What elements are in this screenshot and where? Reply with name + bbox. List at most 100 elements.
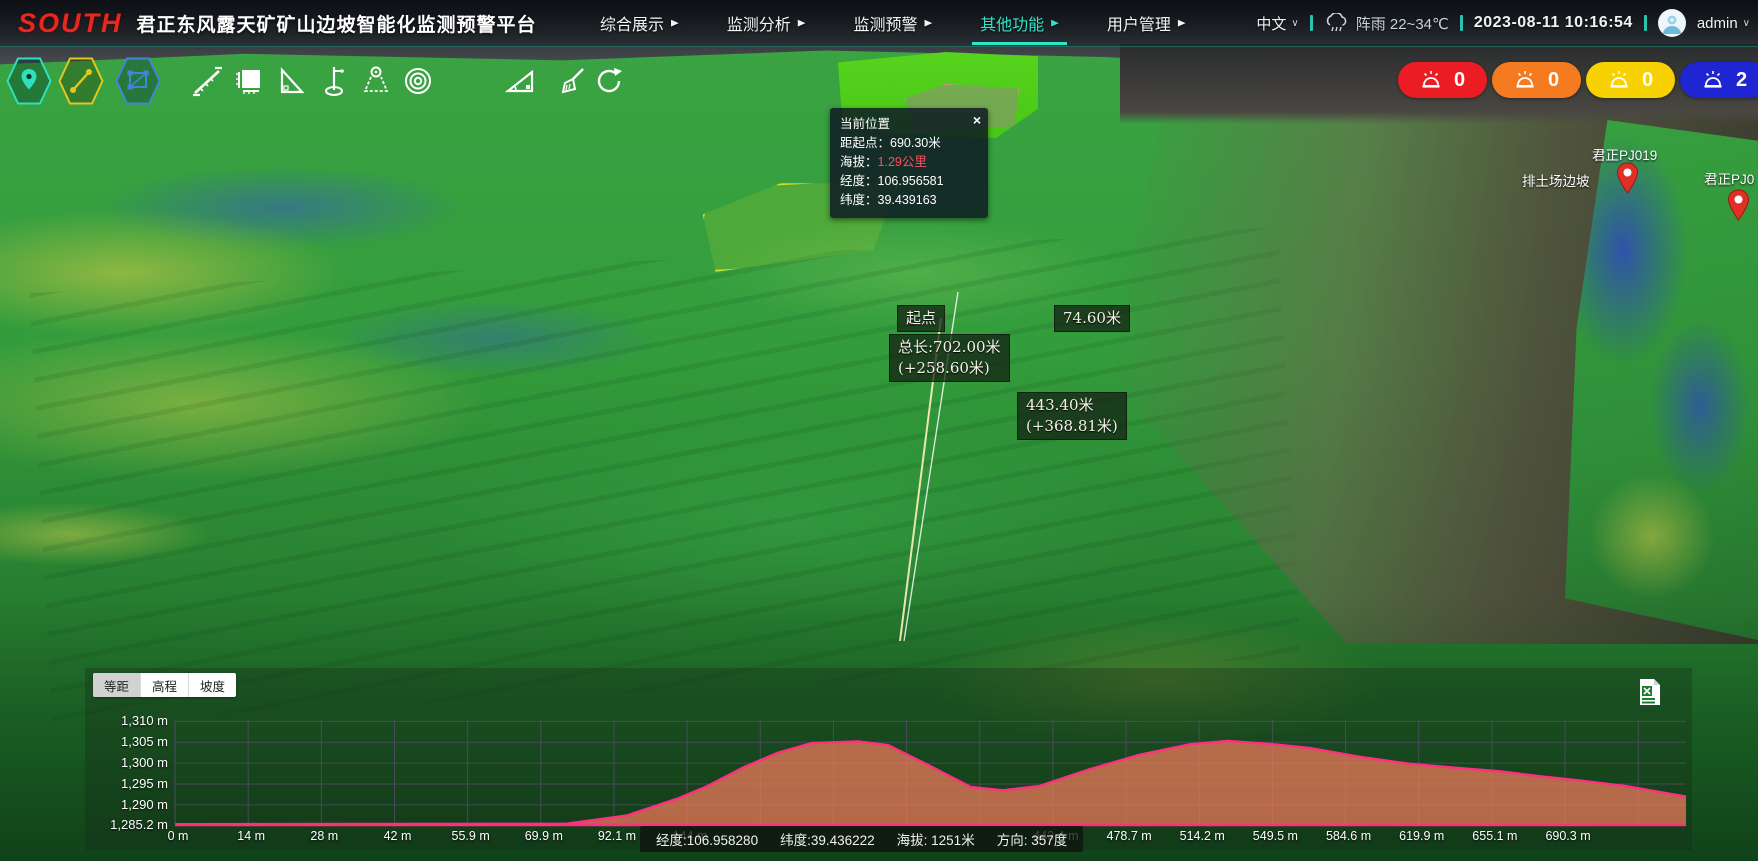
x-tick-label: 55.9 m xyxy=(452,829,490,843)
measure-segment2-label: 443.40米 (+368.81米) xyxy=(1017,392,1127,440)
x-tick-label: 549.5 m xyxy=(1253,829,1298,843)
row-label: 经度： xyxy=(840,174,878,188)
red-pin-icon xyxy=(1727,189,1750,221)
x-tick-label: 14 m xyxy=(237,829,265,843)
tooltip-row: 海拔：1.29公里 xyxy=(840,153,978,172)
alarm-count: 0 xyxy=(1548,69,1559,92)
rain-cloud-icon xyxy=(1324,13,1350,33)
height-measure-tool[interactable] xyxy=(317,64,351,98)
alarm-badge-red[interactable]: 0 xyxy=(1398,62,1487,98)
distance-measure-tool[interactable] xyxy=(58,56,104,106)
top-bar: SOUTH 君正东风露天矿矿山边坡智能化监测预警平台 综合展示 ▶ 监测分析 ▶… xyxy=(0,0,1758,47)
x-tick-label: 478.7 m xyxy=(1106,829,1151,843)
slope-ruler-tool[interactable] xyxy=(191,64,225,98)
row-value: 1.29公里 xyxy=(878,155,927,169)
excel-export-icon xyxy=(1636,678,1662,706)
clear-broom-tool[interactable] xyxy=(556,64,590,98)
current-position-tooltip: × 当前位置 距起点：690.30米 海拔：1.29公里 经度：106.9565… xyxy=(830,108,988,218)
chevron-down-icon: ∨ xyxy=(1291,18,1298,29)
map-pin[interactable] xyxy=(1727,189,1750,226)
y-tick-label: 1,300 m xyxy=(88,755,168,770)
page-title: 君正东风露天矿矿山边坡智能化监测预警平台 xyxy=(137,10,537,37)
status-longitude: 经度:106.958280 xyxy=(656,829,758,849)
tab-equidistant[interactable]: 等距 xyxy=(93,673,141,697)
tooltip-row: 距起点：690.30米 xyxy=(840,134,978,153)
siren-icon xyxy=(1514,70,1536,90)
avatar[interactable] xyxy=(1658,9,1686,37)
alarm-badge-orange[interactable]: 0 xyxy=(1492,62,1581,98)
total-length: 总长:702.00米 xyxy=(898,337,1001,358)
location-pin-tool[interactable] xyxy=(6,56,52,106)
marker-label-dump-slope[interactable]: 排土场边坡 xyxy=(1522,170,1590,190)
nav-label: 其他功能 xyxy=(980,11,1044,35)
language-selector[interactable]: 中文 ∨ xyxy=(1256,13,1298,34)
elevation-profile-chart[interactable] xyxy=(85,668,1692,850)
location-pin-icon xyxy=(6,56,52,106)
close-icon[interactable]: × xyxy=(973,111,981,130)
tooltip-row: 纬度：39.439163 xyxy=(840,191,978,210)
nav-label: 综合展示 xyxy=(600,11,664,35)
top-right-cluster: 中文 ∨ 阵雨 22~34℃ 2023-08-11 10:16:54 xyxy=(1256,0,1750,46)
segment2-delta: (+368.81米) xyxy=(1026,416,1118,437)
chevron-right-icon: ▶ xyxy=(1178,18,1186,28)
measure-total-label: 总长:702.00米 (+258.60米) xyxy=(889,334,1010,382)
nav-item-overview[interactable]: 综合展示 ▶ xyxy=(600,0,679,46)
alarm-count: 2 xyxy=(1736,69,1747,92)
height-pole-icon xyxy=(317,64,351,98)
volume-cone-icon xyxy=(359,64,393,98)
area-square-tool[interactable] xyxy=(233,64,267,98)
slope-monitoring-app: SOUTH 君正东风露天矿矿山边坡智能化监测预警平台 综合展示 ▶ 监测分析 ▶… xyxy=(0,0,1758,861)
x-tick-label: 655.1 m xyxy=(1472,829,1517,843)
alarm-badge-yellow[interactable]: 0 xyxy=(1586,62,1675,98)
tab-elevation[interactable]: 高程 xyxy=(141,673,189,697)
x-tick-label: 619.9 m xyxy=(1399,829,1444,843)
nav-item-user-management[interactable]: 用户管理 ▶ xyxy=(1107,0,1186,46)
nav-item-monitor-warning[interactable]: 监测预警 ▶ xyxy=(853,0,932,46)
refresh-tool[interactable] xyxy=(592,64,626,98)
concentric-circles-icon xyxy=(401,64,435,98)
row-value: 39.439163 xyxy=(878,193,937,207)
x-tick-label: 69.9 m xyxy=(525,829,563,843)
y-tick-label: 1,305 m xyxy=(88,734,168,749)
triangle-measure-tool[interactable] xyxy=(275,64,309,98)
nav-item-monitor-analysis[interactable]: 监测分析 ▶ xyxy=(727,0,806,46)
marker-label-pj019[interactable]: 君正PJ019 xyxy=(1592,144,1657,164)
profile-mode-tabs: 等距 高程 坡度 xyxy=(93,673,236,697)
measure-segment1-label: 74.60米 xyxy=(1054,305,1130,332)
divider xyxy=(1310,15,1313,31)
alarm-count: 0 xyxy=(1454,69,1465,92)
username: admin xyxy=(1697,15,1738,32)
siren-icon xyxy=(1702,70,1724,90)
nav-label: 监测预警 xyxy=(853,11,917,35)
chevron-right-icon: ▶ xyxy=(798,18,806,28)
chevron-right-icon: ▶ xyxy=(671,18,679,28)
nav-item-other-functions[interactable]: 其他功能 ▶ xyxy=(980,0,1059,46)
row-label: 距起点： xyxy=(840,136,890,150)
x-tick-label: 514.2 m xyxy=(1180,829,1225,843)
datetime-display: 2023-08-11 10:16:54 xyxy=(1474,14,1633,32)
row-value: 690.30米 xyxy=(890,136,941,150)
map-pin[interactable] xyxy=(1616,162,1639,199)
user-menu[interactable]: admin ∨ xyxy=(1697,15,1750,32)
x-tick-label: 28 m xyxy=(310,829,338,843)
marker-label-pj0[interactable]: 君正PJ0 xyxy=(1704,168,1754,188)
siren-icon xyxy=(1608,70,1630,90)
status-latitude: 纬度:39.436222 xyxy=(780,829,875,849)
volume-measure-tool[interactable] xyxy=(359,64,393,98)
row-label: 海拔： xyxy=(840,155,878,169)
total-delta: (+258.60米) xyxy=(898,358,1001,379)
excel-export-button[interactable] xyxy=(1636,678,1662,706)
row-value: 106.956581 xyxy=(878,174,944,188)
refresh-icon xyxy=(592,64,626,98)
slope-ruler-icon xyxy=(191,64,225,98)
tab-slope[interactable]: 坡度 xyxy=(189,673,236,697)
tooltip-title: 当前位置 xyxy=(840,115,978,134)
circle-measure-tool[interactable] xyxy=(401,64,435,98)
y-tick-label: 1,310 m xyxy=(88,713,168,728)
slope-angle-tool[interactable] xyxy=(503,64,537,98)
red-pin-icon xyxy=(1616,162,1639,194)
alarm-badge-blue[interactable]: 2 xyxy=(1680,62,1758,98)
polygon-area-tool[interactable] xyxy=(115,56,161,106)
slope-angle-icon xyxy=(503,64,537,98)
x-tick-label: 690.3 m xyxy=(1545,829,1590,843)
